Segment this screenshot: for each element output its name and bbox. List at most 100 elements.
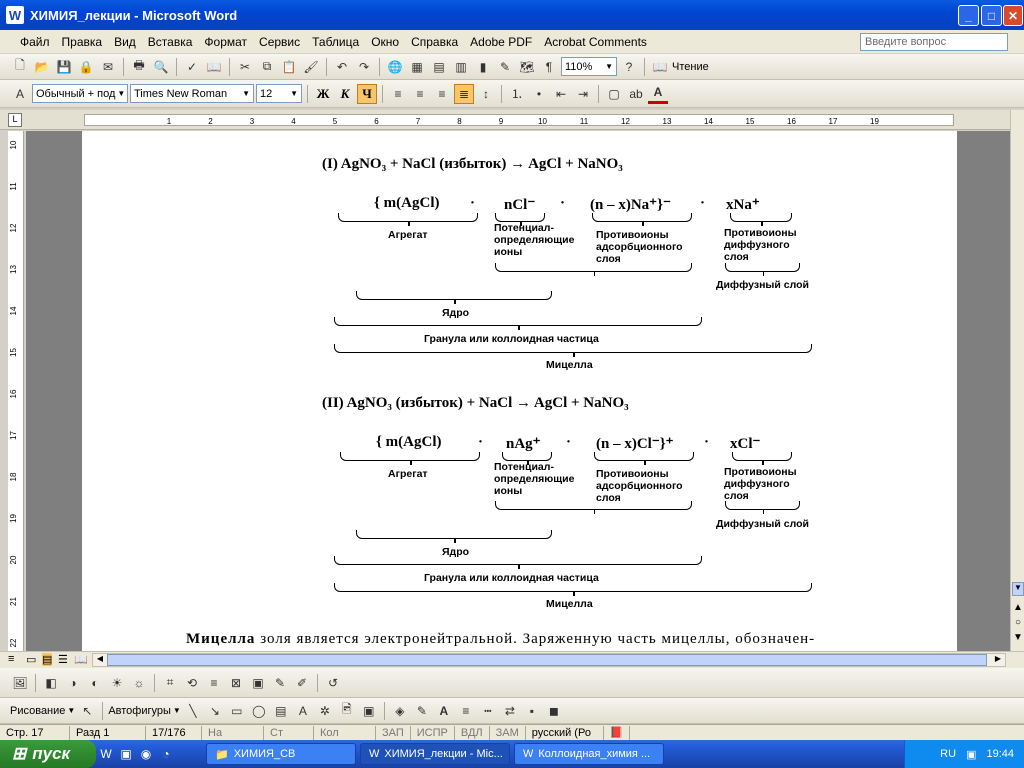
spelling-icon[interactable]: ✓ [182,57,202,77]
research-icon[interactable]: 📖 [204,57,224,77]
format-painter-icon[interactable]: 🖌 [301,57,321,77]
underline-button[interactable]: Ч [357,83,377,104]
web-view-icon[interactable]: ▭ [26,653,36,666]
line-style-icon[interactable]: ≡ [456,701,476,721]
task-folder[interactable]: 📁 ХИМИЯ_СВ [206,743,356,765]
styles-icon[interactable]: A [10,84,30,104]
reset-picture-icon[interactable]: ↺ [323,673,343,693]
paste-icon[interactable]: 📋 [279,57,299,77]
italic-button[interactable]: К [335,84,355,104]
print-preview-icon[interactable]: 🔍 [151,57,171,77]
hyperlink-icon[interactable]: 🌐 [385,57,405,77]
format-picture-icon[interactable]: ✎ [270,673,290,693]
borders-icon[interactable]: ▢ [604,84,624,104]
menu-tools[interactable]: Сервис [253,35,306,49]
print-layout-icon[interactable]: ▤ [42,653,53,666]
brightness-less-icon[interactable]: ☼ [129,673,149,693]
style-combo[interactable]: Обычный + под ▼ [32,84,128,103]
help-icon[interactable]: ? [619,57,639,77]
compress-icon[interactable]: ⊠ [226,673,246,693]
picture-icon[interactable]: ▣ [359,701,379,721]
cut-icon[interactable]: ✂ [235,57,255,77]
clipart-icon[interactable]: 🖻 [337,701,357,721]
reading-view-icon[interactable]: 📖 [74,653,88,666]
menu-adobe-pdf[interactable]: Adobe PDF [464,35,538,49]
email-icon[interactable]: ✉ [98,57,118,77]
bullets-icon[interactable]: • [529,84,549,104]
insert-excel-icon[interactable]: ▥ [451,57,471,77]
justify-icon[interactable]: ≣ [454,83,474,104]
drawing-menu[interactable]: Рисование [10,705,65,717]
reading-label[interactable]: Чтение [672,61,709,73]
browse-object-icon[interactable]: ○ [1012,617,1024,629]
app-quicklaunch-icon[interactable]: ▣ [116,744,136,764]
document-page[interactable]: (I) AgNO₃ + NaCl (избыток) → AgCl + NaNO… [82,131,957,651]
new-document-icon[interactable]: 🗋 [10,57,30,77]
menu-window[interactable]: Окно [365,35,405,49]
menu-view[interactable]: Вид [108,35,142,49]
increase-indent-icon[interactable]: ⇥ [573,84,593,104]
print-icon[interactable]: 🖶 [129,57,149,77]
font-color-icon[interactable]: A [648,84,668,104]
undo-icon[interactable]: ↶ [332,57,352,77]
start-button[interactable]: ⊞ пуск [0,740,96,768]
dash-style-icon[interactable]: ┅ [478,701,498,721]
word-quicklaunch-icon[interactable]: W [96,744,116,764]
crop-icon[interactable]: ⌗ [160,673,180,693]
outline-view-icon[interactable]: ☰ [58,653,68,666]
drawing-icon[interactable]: ✎ [495,57,515,77]
zoom-combo[interactable]: 110% ▼ [561,57,617,76]
line-color-icon[interactable]: ✎ [412,701,432,721]
highlight-icon[interactable]: ab [626,84,646,104]
menu-file[interactable]: Файл [14,35,56,49]
align-center-icon[interactable]: ≡ [410,84,430,104]
language-indicator[interactable]: RU [940,748,956,760]
menu-insert[interactable]: Вставка [142,35,199,49]
scroll-down-icon[interactable]: ▼ [1012,582,1024,596]
contrast-less-icon[interactable]: ◐ [85,673,105,693]
prev-page-icon[interactable]: ▲ [1012,602,1024,614]
arrow-icon[interactable]: ↘ [205,701,225,721]
line-style-icon[interactable]: ≡ [204,673,224,693]
decrease-indent-icon[interactable]: ⇤ [551,84,571,104]
tables-borders-icon[interactable]: ▦ [407,57,427,77]
maximize-button[interactable]: □ [981,5,1002,26]
insert-table-icon[interactable]: ▤ [429,57,449,77]
contrast-more-icon[interactable]: ◑ [63,673,83,693]
bold-button[interactable]: Ж [313,84,333,104]
font-color-icon[interactable]: A [434,701,454,721]
menu-format[interactable]: Формат [198,35,253,49]
scroll-left-icon[interactable]: ◀ [93,654,107,666]
menu-edit[interactable]: Правка [56,35,109,49]
task-word-colloid[interactable]: W Коллоидная_химия ... [514,743,664,765]
menu-acrobat-comments[interactable]: Acrobat Comments [538,35,653,49]
line-spacing-icon[interactable]: ↕ [476,84,496,104]
next-page-icon[interactable]: ▼ [1012,632,1024,644]
font-combo[interactable]: Times New Roman ▼ [130,84,254,103]
status-overtype[interactable]: ЗАМ [490,725,526,740]
diagram-icon[interactable]: ✲ [315,701,335,721]
open-icon[interactable]: 📂 [32,57,52,77]
permission-icon[interactable]: 🔒 [76,57,96,77]
tray-app-icon[interactable]: ▣ [966,748,976,761]
save-icon[interactable]: 💾 [54,57,74,77]
horizontal-ruler[interactable]: 1 2 3 4 5 6 7 8 9 10 11 12 13 14 15 16 17 19 [84,114,954,126]
textbox-icon[interactable]: ▤ [271,701,291,721]
select-objects-icon[interactable]: ↖ [77,701,97,721]
columns-icon[interactable]: ▮ [473,57,493,77]
text-wrapping-icon[interactable]: ▣ [248,673,268,693]
autoshapes-menu[interactable]: Автофигуры [108,705,171,717]
insert-picture-icon[interactable]: 🖼 [10,673,30,693]
shadow-icon[interactable]: ▪ [522,701,542,721]
color-icon[interactable]: ◧ [41,673,61,693]
tab-selector-icon[interactable]: L [8,113,22,127]
ask-question-input[interactable]: Введите вопрос [860,33,1008,51]
task-word-lectures[interactable]: W ХИМИЯ_лекции - Mic... [360,743,510,765]
horizontal-scrollbar[interactable]: ◀ ▶ [92,653,1006,667]
reading-layout-icon[interactable]: 📖 [650,57,670,77]
menu-table[interactable]: Таблица [306,35,365,49]
wordart-icon[interactable]: A [293,701,313,721]
minimize-button[interactable]: _ [958,5,979,26]
normal-view-icon[interactable]: ≡ [8,653,14,665]
font-size-combo[interactable]: 12 ▼ [256,84,302,103]
